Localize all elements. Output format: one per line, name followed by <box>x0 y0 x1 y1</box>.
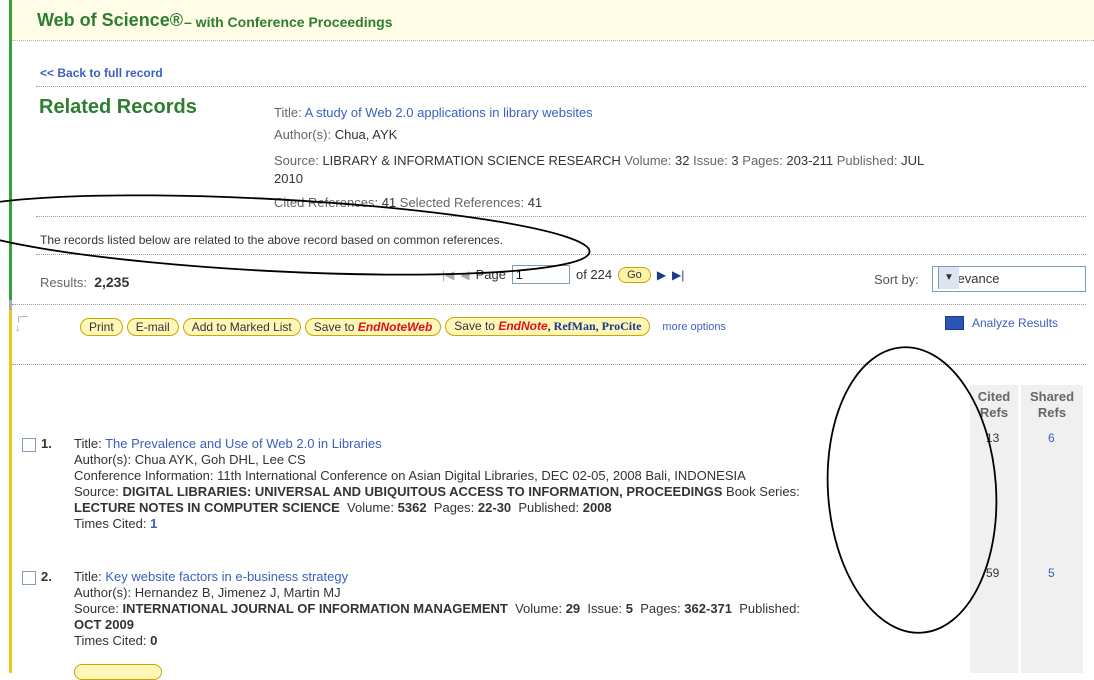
annotation-ellipse-notice <box>0 194 591 276</box>
annotation-ellipse-cited-refs <box>826 346 998 634</box>
annotation-overlay <box>0 194 998 634</box>
